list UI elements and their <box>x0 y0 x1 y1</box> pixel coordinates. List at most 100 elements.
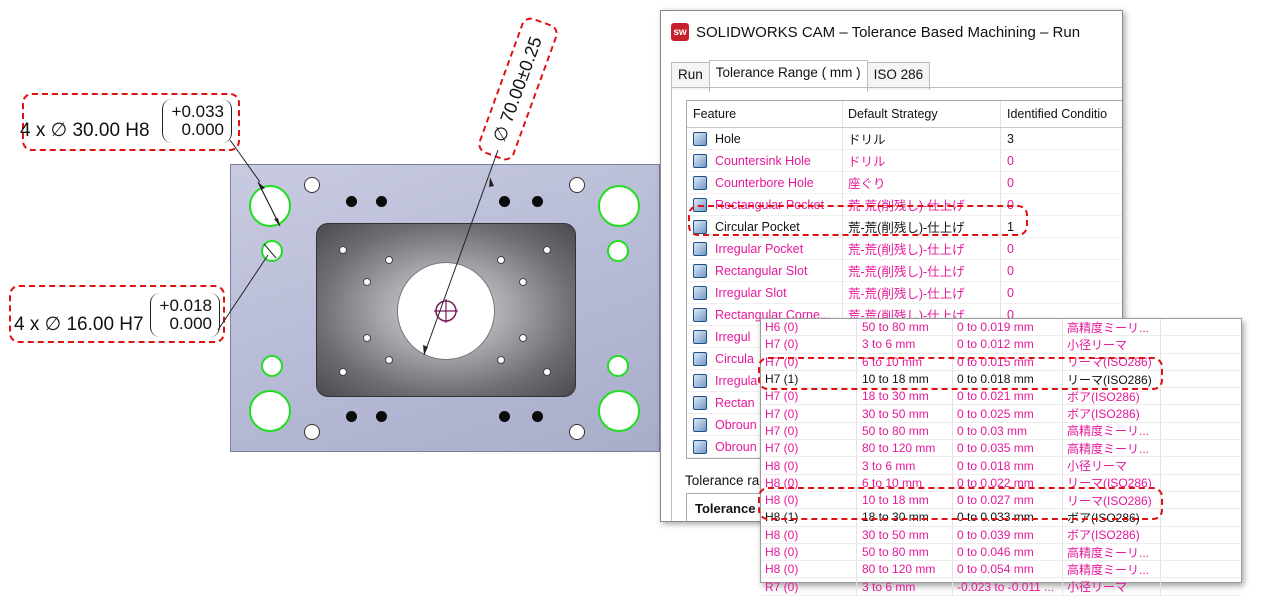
feature-name: Rectangular Slot <box>715 263 808 278</box>
tolerance-cell: 0 to 0.021 mm <box>953 388 1063 405</box>
pocket-hole <box>385 356 393 364</box>
feature-type-icon <box>693 373 707 388</box>
strategy-cell: 荒-荒(削残し)-仕上げ <box>843 260 1001 281</box>
strategy-cell: ドリル <box>843 128 1001 149</box>
tapped-hole <box>376 411 387 422</box>
feature-name: Counterbore Hole <box>715 175 814 190</box>
feature-row[interactable]: Countersink Hole ドリル 0 <box>687 150 1122 172</box>
tolerance-grade-cell: H7 (0) <box>761 388 857 405</box>
center-mark-icon <box>434 299 458 323</box>
h7-qty: 4 x <box>14 314 40 335</box>
feature-row[interactable]: Rectangular Slot 荒-荒(削残し)-仕上げ 0 <box>687 260 1122 282</box>
tolerance-cell: 0 to 0.03 mm <box>953 422 1063 440</box>
iso286-row[interactable]: H8 (0) 30 to 50 mm 0 to 0.039 mm ボア(ISO286) <box>761 526 1241 544</box>
strategy-cell: 高精度ミーリ... <box>1063 422 1161 440</box>
feature-row[interactable]: Irregular Slot 荒-荒(削残し)-仕上げ 0 <box>687 282 1122 304</box>
h7-row-highlight <box>758 357 1163 390</box>
feature-type-icon <box>693 285 707 300</box>
feature-row[interactable]: Counterbore Hole 座ぐり 0 <box>687 172 1122 194</box>
condition-count-cell: 3 <box>1007 131 1014 146</box>
feature-name: Obroun <box>715 439 757 454</box>
strategy-cell: ドリル <box>843 150 1001 171</box>
h7-hole <box>261 240 283 262</box>
strategy-cell: 荒-荒(削残し)-仕上げ <box>843 238 1001 259</box>
strategy-cell: 高精度ミーリ... <box>1063 319 1161 336</box>
tolerance-grade-cell: H6 (0) <box>761 319 857 336</box>
rectangular-pocket <box>316 223 576 397</box>
strategy-cell: 小径リーマ <box>1063 578 1161 595</box>
iso286-row[interactable]: H8 (0) 50 to 80 mm 0 to 0.046 mm 高精度ミーリ... <box>761 543 1241 562</box>
h8-hole <box>249 390 291 432</box>
window-titlebar: sw SOLIDWORKS CAM – Tolerance Based Mach… <box>661 11 1122 53</box>
h7-hole <box>607 240 629 262</box>
feature-name: Countersink Hole <box>715 153 811 168</box>
feature-name: Irregular Slot <box>715 285 787 300</box>
feature-cell: Irregular Pocket <box>687 238 843 259</box>
feature-cell: Irregular Slot <box>687 282 843 303</box>
strategy-cell: ボア(ISO286) <box>1063 526 1161 543</box>
tolerance-cell: 0 to 0.025 mm <box>953 405 1063 422</box>
iso286-row[interactable]: H7 (0) 50 to 80 mm 0 to 0.03 mm 高精度ミーリ... <box>761 422 1241 441</box>
iso286-row[interactable]: H7 (0) 30 to 50 mm 0 to 0.025 mm ボア(ISO286) <box>761 405 1241 423</box>
size-range-cell: 50 to 80 mm <box>857 543 953 561</box>
strategy-cell: ボア(ISO286) <box>1063 405 1161 422</box>
tab-iso-286[interactable]: ISO 286 <box>866 62 931 90</box>
pocket-hole <box>543 246 551 254</box>
tolerance-cell: 0 to 0.039 mm <box>953 526 1063 543</box>
h7-lower-tolerance: 0.000 <box>169 314 212 333</box>
strategy-cell: 高精度ミーリ... <box>1063 440 1161 457</box>
strategy-cell: 座ぐり <box>843 172 1001 193</box>
feature-name: Hole <box>715 131 741 146</box>
strategy-cell: 荒-荒(削残し)-仕上げ <box>843 282 1001 303</box>
condition-count-cell: 0 <box>1007 241 1014 256</box>
tab-run[interactable]: Run <box>671 62 710 90</box>
pocket-hole <box>497 256 505 264</box>
strategy-cell: 小径リーマ <box>1063 336 1161 353</box>
strategy-cell: 高精度ミーリ... <box>1063 543 1161 561</box>
diameter-symbol: ∅ <box>44 314 62 335</box>
iso286-row[interactable]: H7 (0) 18 to 30 mm 0 to 0.021 mm ボア(ISO286) <box>761 388 1241 406</box>
pocket-hole <box>519 334 527 342</box>
tapped-hole <box>346 411 357 422</box>
h7-upper-tolerance: +0.018 <box>159 296 212 315</box>
strategy-cell: 高精度ミーリ... <box>1063 561 1161 578</box>
sw-logo-icon: sw <box>671 23 689 41</box>
condition-count-cell: 0 <box>1007 285 1014 300</box>
feature-type-icon <box>693 417 707 432</box>
tapped-hole <box>499 411 510 422</box>
feature-cell: Countersink Hole <box>687 150 843 171</box>
tapped-hole <box>346 196 357 207</box>
feature-cell: Rectangular Slot <box>687 260 843 281</box>
feature-type-icon <box>693 131 707 146</box>
h8-upper-tolerance: +0.033 <box>171 102 224 121</box>
tolerance-cell: -0.023 to -0.011 ... <box>953 578 1063 595</box>
column-header-condition[interactable]: Identified Conditio <box>1001 101 1122 127</box>
tapped-hole <box>376 196 387 207</box>
h8-hole <box>598 390 640 432</box>
feature-name: Irregular Pocket <box>715 241 804 256</box>
iso286-row[interactable]: H6 (0) 50 to 80 mm 0 to 0.019 mm 高精度ミーリ... <box>761 319 1241 337</box>
feature-row[interactable]: Irregular Pocket 荒-荒(削残し)-仕上げ 0 <box>687 238 1122 260</box>
pocket-hole <box>543 368 551 376</box>
feature-type-icon <box>693 329 707 344</box>
strategy-cell: ボア(ISO286) <box>1063 388 1161 405</box>
iso286-row[interactable]: H7 (0) 80 to 120 mm 0 to 0.035 mm 高精度ミーリ... <box>761 440 1241 458</box>
circular-pocket-row-highlight <box>688 205 1028 236</box>
h7-tolerance-stack: +0.018 0.000 <box>150 297 212 333</box>
iso286-row[interactable]: H7 (0) 3 to 6 mm 0 to 0.012 mm 小径リーマ <box>761 336 1241 354</box>
iso286-row[interactable]: R7 (0) 3 to 6 mm -0.023 to -0.011 ... 小径リーマ <box>761 578 1241 596</box>
circular-pocket <box>397 262 495 360</box>
tapped-hole <box>499 196 510 207</box>
tolerance-grade-cell: H8 (0) <box>761 543 857 561</box>
column-header-feature[interactable]: Feature <box>687 101 843 127</box>
h8-lower-tolerance: 0.000 <box>181 120 224 139</box>
column-header-strategy[interactable]: Default Strategy <box>843 101 1001 127</box>
tolerance-grade-cell: R7 (0) <box>761 578 857 595</box>
tolerance-grade-cell: H7 (0) <box>761 336 857 353</box>
feature-row[interactable]: Hole ドリル 3 <box>687 128 1122 150</box>
tolerance-cell: 0 to 0.054 mm <box>953 561 1063 578</box>
size-range-cell: 3 to 6 mm <box>857 457 953 474</box>
feature-type-icon <box>693 439 707 454</box>
iso286-row[interactable]: H8 (0) 80 to 120 mm 0 to 0.054 mm 高精度ミーリ... <box>761 561 1241 579</box>
iso286-row[interactable]: H8 (0) 3 to 6 mm 0 to 0.018 mm 小径リーマ <box>761 457 1241 475</box>
